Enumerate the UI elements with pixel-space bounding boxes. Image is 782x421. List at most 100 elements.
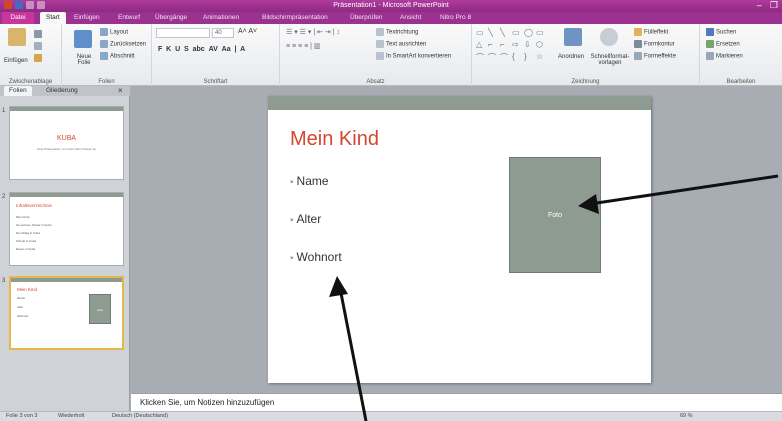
quick-styles-button[interactable]: Schnellformat-vorlagen [588,54,632,66]
shape-icon[interactable]: ▭ [536,28,545,37]
tab-nitro[interactable]: Nitro Pro 8 [440,14,471,21]
minimize-button[interactable]: – [757,0,762,11]
shape-icon[interactable]: ⌒ [500,52,509,63]
reset-button[interactable]: Zurücksetzen [100,40,146,48]
shape-outline-button[interactable]: Formkontur [634,40,675,48]
tab-transitions[interactable]: Übergänge [155,14,187,21]
group-label: Bearbeiten [726,79,756,85]
shape-icon[interactable]: ◯ [524,28,533,37]
status-bar: Folie 3 von 3 Wiederholt Deutsch (Deutsc… [0,411,782,421]
shape-icon[interactable]: } [524,52,533,63]
tab-file[interactable]: Datei [2,12,34,24]
layout-icon [100,28,108,36]
thumbnail-item: So wohnen Kinder in Kuba [16,223,52,227]
new-slide-icon[interactable] [74,30,92,48]
thumbnail-item: Schule in Kuba [16,239,37,243]
text-direction-button[interactable]: Textrichtung [376,28,418,36]
new-slide-button[interactable]: Neue Folie [70,54,98,66]
font-name-field[interactable] [156,28,210,38]
replace-button[interactable]: Ersetzen [706,40,740,48]
slide-title[interactable]: Mein Kind [290,128,379,151]
tab-design[interactable]: Entwurf [118,14,140,21]
ribbon: Einfügen Zwischenablage Neue Folie Layou… [0,24,782,86]
align-buttons-icon[interactable]: ≡ ≡ ≡ ≡ | ▥ [286,42,321,50]
format-buttons-icon[interactable]: F K U S abc AV Aa | A [158,46,245,53]
copy-icon[interactable] [34,42,42,50]
slide-thumbnail-1[interactable]: KUBA Eine Präsentation von Frau Hahn Kla… [9,106,124,180]
tab-slides[interactable]: Folien [4,86,32,96]
shape-icon[interactable]: { [512,52,521,63]
slide-header-bar [268,96,651,110]
tab-view[interactable]: Ansicht [400,14,421,21]
slide-thumbnail-2[interactable]: Inhaltsverzeichnis Mein Kind So wohnen K… [9,192,124,266]
thumbnail-bar [10,107,123,111]
arrange-button[interactable]: Anordnen [558,54,584,60]
layout-button[interactable]: Layout [100,28,128,36]
smartart-button[interactable]: In SmartArt konvertieren [376,52,451,60]
shape-icon[interactable]: ⌒ [476,52,485,63]
outline-icon [634,40,642,48]
paste-button[interactable]: Einfügen [4,58,28,64]
foto-placeholder[interactable]: Foto [509,157,601,273]
shapes-gallery[interactable]: ▭ ╲ ╲ ▭ ◯ ▭ △ ⌐ ⌐ ⇨ ⇩ ⬡ ⌒ ⌒ ⌒{} ☆ [476,28,544,63]
shape-icon[interactable]: ╲ [500,28,509,37]
maximize-button[interactable]: ❐ [770,0,778,11]
arrange-icon[interactable] [564,28,582,46]
tab-animations[interactable]: Animationen [203,14,239,21]
shape-icon[interactable]: ⌒ [488,52,497,63]
tab-review[interactable]: Überprüfen [350,14,383,21]
shape-icon[interactable]: ╲ [488,28,497,37]
shape-icon[interactable]: ⇩ [524,40,533,49]
thumbnail-title: Inhaltsverzeichnis [16,203,52,208]
binoculars-icon [706,28,714,36]
font-size-field[interactable]: 40 [212,28,234,38]
tab-slideshow[interactable]: Bildschirmpräsentation [262,14,328,21]
shape-icon[interactable]: ☆ [536,52,545,63]
notes-placeholder[interactable]: Klicken Sie, um Notizen hinzuzufügen [140,398,274,407]
grow-shrink-font-icon[interactable]: A˄ A˅ [238,28,257,35]
thumbnail-number: 2 [2,194,6,200]
bullet-item[interactable]: ▪ Alter [290,212,321,226]
slide-canvas[interactable]: Mein Kind ▪ Name ▪ Alter ▪ Wohnort Foto [268,96,651,383]
find-button[interactable]: Suchen [706,28,736,36]
bullet-icon: ▪ [290,253,294,264]
notes-pane[interactable]: Klicken Sie, um Notizen hinzuzufügen [131,393,782,411]
section-button[interactable]: Abschnitt [100,52,135,60]
thumbnail-item: Essen in Kuba [16,247,36,251]
shape-icon[interactable]: ⇨ [512,40,521,49]
fill-icon [634,28,642,36]
shape-icon[interactable]: ▭ [476,28,485,37]
select-button[interactable]: Markieren [706,52,743,60]
zoom-level[interactable]: 69 % [680,413,693,419]
ribbon-tab-row: Datei Start Einfügen Entwurf Übergänge A… [0,12,782,24]
slide-thumbnail-3[interactable]: Mein Kind Name Alter Wohnort Foto [9,276,124,350]
shape-fill-button[interactable]: Fülleffekt [634,28,668,36]
shape-icon[interactable]: ▭ [512,28,521,37]
tab-outline[interactable]: Gliederung [46,87,78,94]
shape-icon[interactable]: △ [476,40,485,49]
shape-effects-button[interactable]: Formeffekte [634,52,676,60]
shape-icon[interactable]: ⬡ [536,40,545,49]
group-drawing: ▭ ╲ ╲ ▭ ◯ ▭ △ ⌐ ⌐ ⇨ ⇩ ⬡ ⌒ ⌒ ⌒{} ☆ Anordnen Schnellfor… [472,24,700,86]
language-indicator[interactable]: Deutsch (Deutschland) [112,413,168,419]
close-icon[interactable]: × [118,86,123,95]
shape-icon[interactable]: ⌐ [488,40,497,49]
list-buttons-icon[interactable]: ☰ ▾ ☰ ▾ | ⇤ ⇥ | ↕ [286,28,340,36]
title-bar: Präsentation1 - Microsoft PowerPoint – ❐ [0,0,782,12]
format-painter-icon[interactable] [34,54,42,62]
paste-icon[interactable] [8,28,26,46]
quick-styles-icon[interactable] [600,28,618,46]
align-text-button[interactable]: Text ausrichten [376,40,426,48]
bullet-item[interactable]: ▪ Name [290,174,329,188]
cut-icon[interactable] [34,30,42,38]
bullet-icon: ▪ [290,215,294,226]
tab-start[interactable]: Start [40,12,66,24]
tab-insert[interactable]: Einfügen [74,14,100,21]
slide-editor: Mein Kind ▪ Name ▪ Alter ▪ Wohnort Foto [131,86,782,393]
thumbnail-number: 3 [2,278,6,284]
text-direction-icon [376,28,384,36]
effects-icon [634,52,642,60]
shape-icon[interactable]: ⌐ [500,40,509,49]
thumbnail-item: Name [17,296,26,300]
bullet-item[interactable]: ▪ Wohnort [290,250,342,264]
